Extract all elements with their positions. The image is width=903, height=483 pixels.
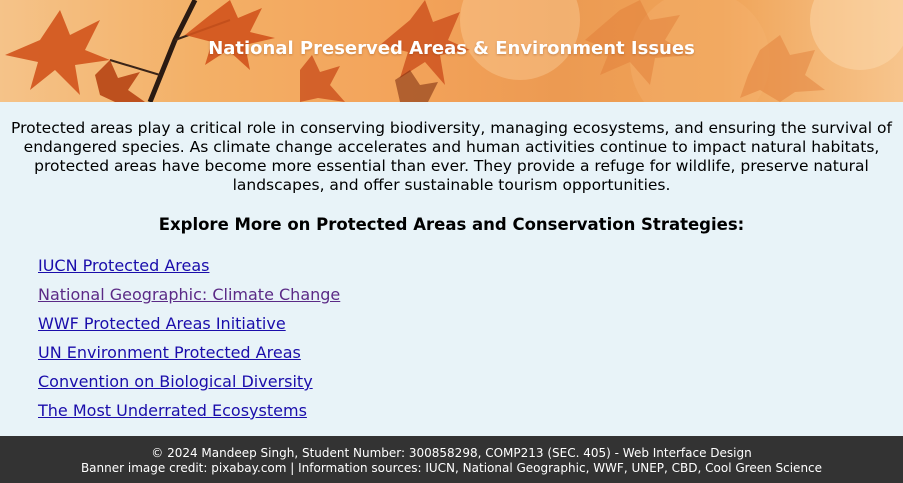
page-title: National Preserved Areas & Environment I… (208, 38, 695, 59)
intro-paragraph: Protected areas play a critical role in … (11, 119, 892, 194)
link-wwf-protected-areas[interactable]: WWF Protected Areas Initiative (38, 314, 286, 333)
footer-copyright: © 2024 Mandeep Singh, Student Number: 30… (151, 446, 752, 460)
page-footer: © 2024 Mandeep Singh, Student Number: 30… (0, 436, 903, 483)
link-un-environment-protected-areas[interactable]: UN Environment Protected Areas (38, 343, 301, 362)
explore-heading: Explore More on Protected Areas and Cons… (158, 215, 745, 234)
link-convention-biological-diversity[interactable]: Convention on Biological Diversity (38, 372, 313, 391)
link-underrated-ecosystems[interactable]: The Most Underrated Ecosystems (38, 401, 307, 420)
list-item: WWF Protected Areas Initiative (38, 314, 340, 343)
link-iucn-protected-areas[interactable]: IUCN Protected Areas (38, 256, 209, 275)
link-natgeo-climate-change[interactable]: National Geographic: Climate Change (38, 285, 340, 304)
resource-links-list: IUCN Protected Areas National Geographic… (38, 256, 340, 430)
list-item: UN Environment Protected Areas (38, 343, 340, 372)
list-item: Convention on Biological Diversity (38, 372, 340, 401)
list-item: National Geographic: Climate Change (38, 285, 340, 314)
header-banner: National Preserved Areas & Environment I… (0, 0, 903, 102)
list-item: The Most Underrated Ecosystems (38, 401, 340, 430)
footer-credits: Banner image credit: pixabay.com | Infor… (80, 460, 823, 475)
list-item: IUCN Protected Areas (38, 256, 340, 285)
